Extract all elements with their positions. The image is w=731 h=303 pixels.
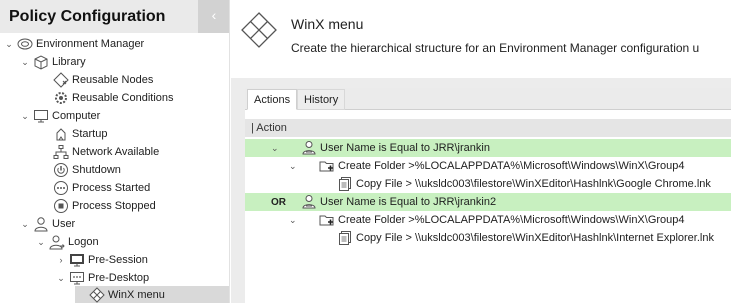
tree-item-user[interactable]: ⌄ User [19, 215, 75, 233]
page-description: Create the hierarchical structure for an… [291, 41, 700, 55]
tree-item-label: Startup [72, 128, 108, 140]
tree-item-label: Reusable Nodes [72, 74, 154, 86]
tree-item-label: Pre-Session [88, 254, 148, 266]
sidebar-header: Policy Configuration ‹ [0, 0, 229, 33]
tree-item-label: Process Started [72, 182, 151, 194]
user-icon [33, 216, 49, 232]
action-row[interactable]: ⌄ Create Folder >%LOCALAPPDATA%\Microsof… [245, 157, 731, 175]
winx-menu-icon [89, 287, 105, 303]
tree-item-environment-manager[interactable]: ⌄ Environment Manager [3, 35, 144, 53]
condition-row[interactable]: ⌄ User Name is Equal to JRR\jrankin [245, 139, 731, 157]
page-title: WinX menu [291, 16, 364, 32]
computer-icon [33, 108, 49, 124]
tree-item-pre-session[interactable]: › Pre-Session [55, 251, 148, 269]
startup-icon [53, 126, 69, 142]
user-condition-icon [301, 194, 317, 210]
pre-session-icon [69, 252, 85, 268]
chevron-down-icon[interactable]: ⌄ [271, 143, 279, 154]
sidebar: Policy Configuration ‹ ⌄ Environment Man… [0, 0, 230, 303]
reusable-nodes-icon [53, 72, 69, 88]
row-text: Copy File > \\uksldc003\filestore\WinXEd… [356, 178, 711, 190]
process-started-icon [53, 180, 69, 196]
tree-item-winx-menu[interactable]: WinX menu [75, 286, 229, 303]
tree-item-label: Environment Manager [36, 38, 145, 50]
tree-item-pre-desktop[interactable]: ⌄ Pre-Desktop [55, 269, 149, 287]
actions-grid: | Action ⌄ User Name is Equal to JRR\jra… [245, 111, 731, 303]
condition-row[interactable]: OR User Name is Equal to JRR\jrankin2 [245, 193, 731, 211]
action-row[interactable]: Copy File > \\uksldc003\filestore\WinXEd… [245, 175, 731, 193]
environment-manager-icon [17, 36, 33, 52]
collapse-sidebar-button[interactable]: ‹ [198, 0, 229, 33]
winx-menu-icon [239, 10, 279, 53]
page-header: WinX menu Create the hierarchical struct… [231, 0, 731, 78]
tree-item-library[interactable]: ⌄ Library [19, 53, 86, 71]
row-text: Create Folder >%LOCALAPPDATA%\Microsoft\… [338, 214, 685, 226]
tree-item-label: Shutdown [72, 164, 121, 176]
tree-item-label: Logon [68, 236, 99, 248]
row-text: User Name is Equal to JRR\jrankin2 [320, 196, 497, 208]
tree-item-startup[interactable]: Startup [39, 125, 107, 143]
chevron-down-icon[interactable]: ⌄ [19, 219, 31, 230]
tree-item-process-stopped[interactable]: Process Stopped [39, 197, 156, 215]
tree-item-label: Computer [52, 110, 101, 122]
chevron-down-icon[interactable]: ⌄ [19, 111, 31, 122]
pre-desktop-icon [69, 270, 85, 286]
network-icon [53, 144, 69, 160]
tab-history[interactable]: History [297, 89, 346, 110]
create-folder-icon [319, 158, 335, 174]
chevron-down-icon[interactable]: ⌄ [55, 273, 67, 284]
reusable-conditions-icon [53, 90, 69, 106]
action-row[interactable]: Copy File > \\uksldc003\filestore\WinXEd… [245, 229, 731, 247]
or-operator-label[interactable]: OR [271, 197, 286, 208]
sidebar-title: Policy Configuration [9, 8, 166, 25]
tree-item-label: Process Stopped [72, 200, 156, 212]
tree-item-process-started[interactable]: Process Started [39, 179, 150, 197]
tree-item-reusable-nodes[interactable]: Reusable Nodes [39, 71, 153, 89]
tab-bar: Actions History [245, 88, 731, 110]
row-text: Create Folder >%LOCALAPPDATA%\Microsoft\… [338, 160, 685, 172]
tab-actions[interactable]: Actions [247, 89, 298, 110]
tree-item-label: WinX menu [108, 289, 165, 301]
shutdown-icon [53, 162, 69, 178]
copy-file-icon [337, 230, 353, 246]
row-text: User Name is Equal to JRR\jrankin [320, 142, 490, 154]
tree-item-label: Network Available [72, 146, 160, 158]
action-column-label: | Action [251, 122, 287, 134]
chevron-down-icon[interactable]: ⌄ [289, 215, 297, 226]
action-row[interactable]: ⌄ Create Folder >%LOCALAPPDATA%\Microsof… [245, 211, 731, 229]
tree-item-label: Reusable Conditions [72, 92, 174, 104]
library-icon [33, 54, 49, 70]
create-folder-icon [319, 212, 335, 228]
chevron-down-icon[interactable]: ⌄ [19, 57, 31, 68]
copy-file-icon [337, 176, 353, 192]
chevron-right-icon[interactable]: › [55, 255, 67, 265]
tree-item-label: Pre-Desktop [88, 272, 150, 284]
row-text: Copy File > \\uksldc003\filestore\WinXEd… [356, 232, 714, 244]
user-condition-icon [301, 140, 317, 156]
tree-item-network-available[interactable]: Network Available [39, 143, 159, 161]
tree-item-label: User [52, 218, 76, 230]
chevron-down-icon[interactable]: ⌄ [289, 161, 297, 172]
process-stopped-icon [53, 198, 69, 214]
tree-item-label: Library [52, 56, 86, 68]
logon-icon [49, 234, 65, 250]
chevron-down-icon[interactable]: ⌄ [3, 39, 15, 50]
tree-item-logon[interactable]: ⌄ Logon [35, 233, 99, 251]
tree-item-shutdown[interactable]: Shutdown [39, 161, 121, 179]
main-area: WinX menu Create the hierarchical struct… [231, 0, 731, 303]
actions-panel: Actions History | Action ⌄ User Name is … [245, 88, 731, 303]
chevron-down-icon[interactable]: ⌄ [35, 237, 47, 248]
tree-item-reusable-conditions[interactable]: Reusable Conditions [39, 89, 174, 107]
grid-column-header[interactable]: | Action [245, 119, 731, 137]
tree-item-computer[interactable]: ⌄ Computer [19, 107, 100, 125]
